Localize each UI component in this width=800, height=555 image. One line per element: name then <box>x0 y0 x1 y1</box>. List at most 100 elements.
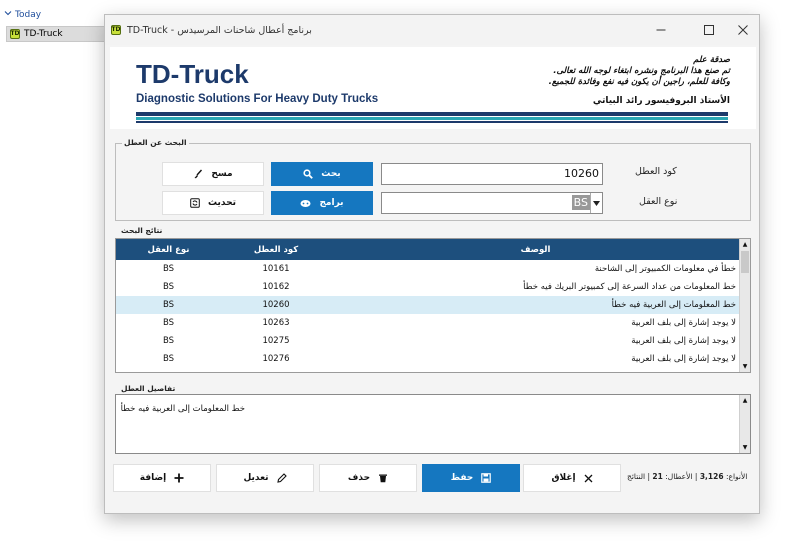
refresh-button-label: تحديث <box>208 198 236 208</box>
cell-description: لا يوجد إشارة إلى بلف العربية <box>631 336 736 346</box>
details-scrollbar[interactable]: ▲ ▼ <box>739 395 750 453</box>
fault-code-input[interactable]: 10260 <box>381 163 603 185</box>
faults-count: 21 <box>652 472 663 481</box>
save-button-label: حفظ <box>450 473 474 483</box>
add-button-label: إضافة <box>139 473 167 483</box>
dedication-line: .وكافة للعلم، راجين أن يكون فيه نفع وفائ… <box>548 77 730 87</box>
brand-logo-text: TD-Truck <box>136 59 249 89</box>
banner-stripe <box>136 112 728 116</box>
table-row[interactable]: BS 10263 لا يوجد إشارة إلى بلف العربية <box>116 314 740 332</box>
pencil-icon <box>276 473 287 483</box>
scroll-down-arrow-icon[interactable]: ▼ <box>740 442 750 453</box>
scroll-up-arrow-icon[interactable]: ▲ <box>740 395 750 406</box>
add-button[interactable]: إضافة <box>113 464 211 492</box>
explorer-group-label: Today <box>15 9 42 20</box>
cell-description: خطأ في معلومات الكمبيوتر إلى الشاحنة <box>594 264 736 274</box>
cell-description: خط المعلومات من عداد السرعة إلى كمبيوتر … <box>523 282 736 292</box>
explorer-item-label: TD-Truck <box>24 29 63 39</box>
close-window-button[interactable] <box>723 15 763 45</box>
column-header-description[interactable]: الوصف <box>331 239 740 260</box>
details-text: خط المعلومات إلى العربية فيه خطأ <box>120 404 245 414</box>
details-textbox[interactable]: خط المعلومات إلى العربية فيه خطأ ▲ ▼ <box>115 394 751 454</box>
module-type-label: نوع العقل <box>639 196 678 207</box>
search-button-label: بحث <box>321 169 341 179</box>
minimize-button[interactable] <box>641 15 681 45</box>
banner-stripe <box>136 121 728 123</box>
fault-code-label: كود العطل <box>635 166 677 177</box>
module-type-select[interactable]: BS <box>381 192 603 214</box>
column-header-type[interactable]: نوع العقل <box>116 239 221 260</box>
app-window: TD TD-Truck - برنامج أعطال شاحنات المرسي… <box>104 14 760 514</box>
cell-code: 10161 <box>262 264 290 274</box>
cell-code: 10260 <box>262 300 290 310</box>
edit-button-label: تعديل <box>243 473 269 483</box>
gamepad-icon <box>300 199 311 208</box>
header-banner: TD-Truck Diagnostic Solutions For Heavy … <box>110 47 756 129</box>
dedication-line: .تم صنع هذا البرنامج ونشره ابتغاء لوجه ا… <box>553 66 730 76</box>
results-scrollbar[interactable]: ▲ ▼ <box>739 239 750 372</box>
results-grid: نوع العقل كود العطل الوصف BS 10161 خطأ في … <box>115 238 751 373</box>
table-row[interactable]: BS 10276 لا يوجد إشارة إلى بلف العربية <box>116 350 740 368</box>
scroll-down-arrow-icon[interactable]: ▼ <box>740 361 750 372</box>
dedication-text: صدقة علم .تم صنع هذا البرنامج ونشره ابتغ… <box>549 55 730 88</box>
app-icon: TD <box>10 29 20 39</box>
cell-description: خط المعلومات إلى العربية فيه خطأ <box>611 300 736 310</box>
cell-description: لا يوجد إشارة إلى بلف العربية <box>631 354 736 364</box>
faults-label: الأعطال: <box>665 472 693 481</box>
brand-tagline: Diagnostic Solutions For Heavy Duty Truc… <box>136 93 379 105</box>
cell-type: BS <box>162 282 175 292</box>
close-button-label: إغلاق <box>551 473 576 483</box>
details-group-label: تفاصيل العطل <box>119 384 178 393</box>
module-type-value: BS <box>571 195 590 210</box>
window-title: TD-Truck - برنامج أعطال شاحنات المرسيدس <box>127 24 312 36</box>
plus-icon <box>174 473 184 483</box>
cell-type: BS <box>162 318 175 328</box>
cell-type: BS <box>162 336 175 346</box>
app-icon: TD <box>111 25 121 35</box>
delete-button[interactable]: حذف <box>319 464 417 492</box>
cell-type: BS <box>162 264 175 274</box>
status-bar: الأنواع: 3,126 | الأعطال: 21 | النتائج <box>627 472 748 481</box>
refresh-icon <box>190 198 200 208</box>
explorer-group-today[interactable]: Today <box>4 9 41 20</box>
scrollbar-thumb[interactable] <box>741 251 749 273</box>
table-row[interactable]: BS 10161 خطأ في معلومات الكمبيوتر إلى الشا… <box>116 260 740 278</box>
dropdown-arrow-icon[interactable] <box>590 193 602 213</box>
types-count: 3,126 <box>699 472 724 481</box>
clear-button[interactable]: مسح <box>162 162 264 186</box>
trash-icon <box>378 473 388 483</box>
cell-type: BS <box>162 300 175 310</box>
search-button[interactable]: بحث <box>271 162 373 186</box>
search-icon <box>303 169 314 179</box>
explorer-panel: Today TD TD-Truck <box>0 0 110 555</box>
chevron-down-icon <box>4 9 12 20</box>
close-button[interactable]: إغلاق <box>523 464 621 492</box>
delete-button-label: حذف <box>347 473 371 483</box>
programs-button[interactable]: برامج <box>271 191 373 215</box>
refresh-button[interactable]: تحديث <box>162 191 264 215</box>
fault-code-value: 10260 <box>564 167 599 180</box>
cell-code: 10276 <box>262 354 290 364</box>
edit-button[interactable]: تعديل <box>216 464 314 492</box>
cell-type: BS <box>162 354 175 364</box>
floppy-disk-icon <box>481 473 492 483</box>
explorer-item-td-truck[interactable]: TD TD-Truck <box>6 26 106 42</box>
results-group-label: نتائج البحث <box>119 226 165 235</box>
scroll-up-arrow-icon[interactable]: ▲ <box>740 239 750 250</box>
title-bar[interactable]: TD TD-Truck - برنامج أعطال شاحنات المرسي… <box>105 15 759 45</box>
search-group-label: البحث عن العطل <box>122 138 189 147</box>
cell-code: 10275 <box>262 336 290 346</box>
cell-code: 10162 <box>262 282 290 292</box>
banner-stripe <box>136 117 728 120</box>
column-header-code[interactable]: كود العطل <box>221 239 331 260</box>
table-row[interactable]: BS 10260 خط المعلومات إلى العربية فيه خطأ <box>116 296 740 314</box>
types-label: الأنواع: <box>725 472 748 481</box>
table-row[interactable]: BS 10162 خط المعلومات من عداد السرعة إلى ك… <box>116 278 740 296</box>
brush-icon <box>193 169 203 179</box>
clear-button-label: مسح <box>211 169 233 179</box>
cell-code: 10263 <box>262 318 290 328</box>
close-icon <box>584 474 593 483</box>
save-button[interactable]: حفظ <box>422 464 520 492</box>
grid-header: نوع العقل كود العطل الوصف <box>116 239 740 260</box>
table-row[interactable]: BS 10275 لا يوجد إشارة إلى بلف العربية <box>116 332 740 350</box>
